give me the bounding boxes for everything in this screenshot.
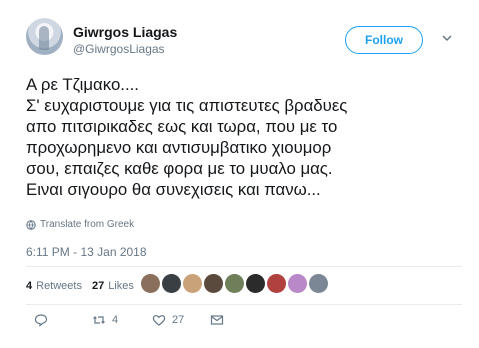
- retweets-stat[interactable]: 4 Retweets: [26, 280, 82, 292]
- user-handle[interactable]: @GiwrgosLiagas: [73, 42, 165, 56]
- liker-avatar[interactable]: [204, 274, 223, 293]
- reply-button[interactable]: [34, 313, 54, 327]
- retweet-button[interactable]: 4: [92, 313, 118, 327]
- likes-stat[interactable]: 27 Likes: [92, 280, 134, 292]
- retweets-label: Retweets: [36, 280, 82, 292]
- liker-avatar[interactable]: [267, 274, 286, 293]
- tweet-header: Giwrgos Liagas @GiwrgosLiagas Follow: [26, 18, 466, 62]
- likes-label: Likes: [108, 280, 134, 292]
- liker-avatar[interactable]: [309, 274, 328, 293]
- envelope-icon: [210, 315, 224, 325]
- chevron-down-icon[interactable]: [441, 32, 453, 44]
- liker-avatar[interactable]: [288, 274, 307, 293]
- tweet-timestamp[interactable]: 6:11 PM - 13 Jan 2018: [26, 245, 147, 259]
- tweet-actions: 4 27: [26, 313, 326, 331]
- follow-button[interactable]: Follow: [345, 26, 423, 54]
- liker-avatar[interactable]: [141, 274, 160, 293]
- like-button[interactable]: 27: [152, 313, 184, 327]
- globe-icon: [26, 219, 36, 230]
- message-button[interactable]: [210, 313, 224, 327]
- reply-icon: [34, 314, 48, 327]
- retweet-icon: [93, 316, 105, 324]
- divider: [26, 266, 462, 267]
- tweet-text: Α ρε Τζιμακο.... Σ' ευχαριστουμε για τις…: [26, 75, 348, 199]
- liker-avatar[interactable]: [183, 274, 202, 293]
- likes-count: 27: [91, 280, 105, 292]
- liker-avatar[interactable]: [246, 274, 265, 293]
- liker-avatar[interactable]: [162, 274, 181, 293]
- liker-avatar[interactable]: [225, 274, 244, 293]
- retweets-count: 4: [26, 280, 33, 292]
- translate-label[interactable]: Translate from Greek: [40, 219, 134, 230]
- heart-icon: [152, 315, 166, 326]
- likers-avatars: [141, 274, 328, 293]
- retweet-count: 4: [112, 314, 119, 326]
- tweet-stats: 4 Retweets 27 Likes: [26, 276, 144, 296]
- avatar[interactable]: [26, 18, 63, 55]
- divider: [26, 304, 462, 305]
- like-count: 27: [172, 314, 185, 326]
- translate-link[interactable]: Translate from Greek: [26, 219, 134, 230]
- user-name[interactable]: Giwrgos Liagas: [73, 24, 177, 40]
